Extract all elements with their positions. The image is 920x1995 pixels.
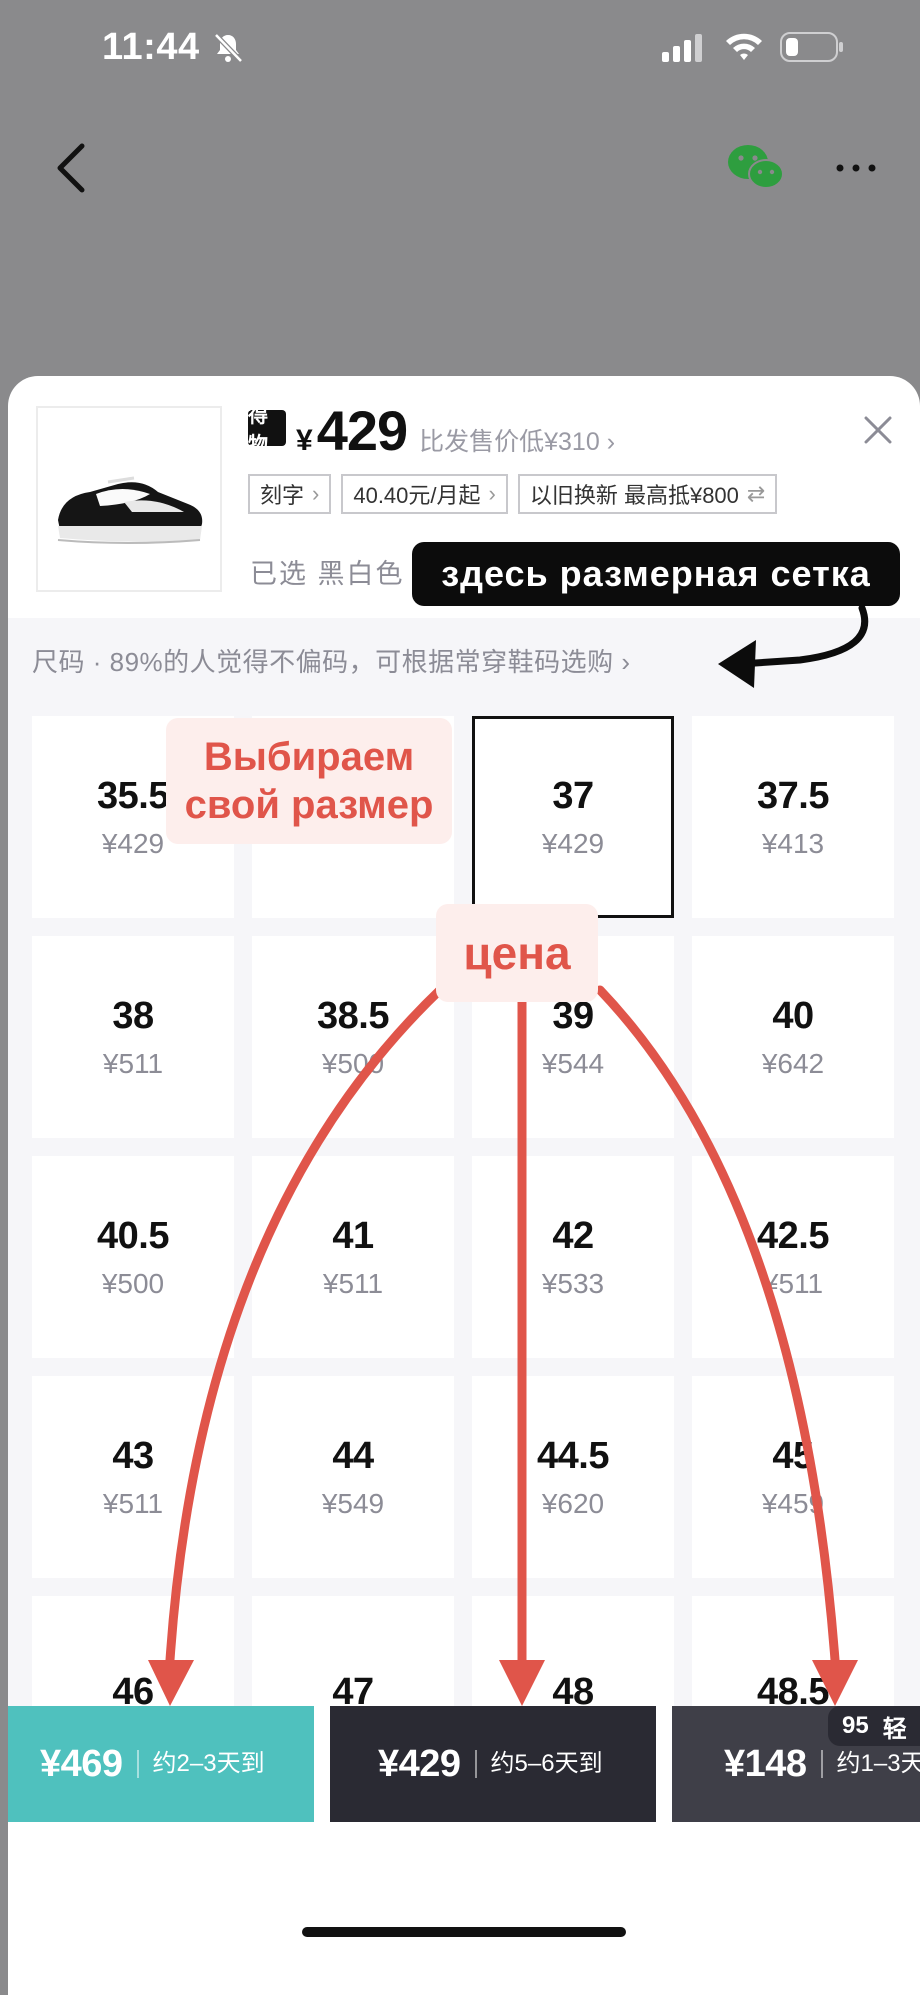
buy-bar: ¥469 约2–3天到 ¥429 约5–6天到 ¥148 约1–3天	[8, 1706, 920, 1995]
size-cell[interactable]: 40 ¥642	[692, 936, 894, 1138]
size-value: 37.5	[757, 774, 829, 817]
price-row: 得物 ¥ 429 比发售价低¥310 ›	[248, 398, 615, 462]
size-value: 43	[112, 1434, 154, 1477]
selected-variant: 已选 黑白色 3	[250, 559, 432, 589]
service-tags: 刻字 › 40.40元/月起 › 以旧换新 最高抵¥800 ⇄	[248, 474, 778, 514]
size-price: ¥500	[101, 1267, 165, 1299]
badge-number: 95	[842, 1712, 869, 1739]
size-value: 38	[112, 994, 154, 1037]
wifi-icon	[726, 33, 762, 60]
status-time: 11:44	[102, 26, 200, 68]
compare-price-text: 比发售价低¥310	[419, 428, 600, 456]
size-value: 35.5	[97, 774, 169, 817]
buy-option-price: ¥429	[378, 1742, 461, 1785]
size-value: 42.5	[757, 1214, 829, 1257]
size-price: ¥429	[101, 827, 165, 859]
size-cell[interactable]: 37.5 ¥413	[692, 716, 894, 918]
chevron-right-icon: ›	[606, 428, 616, 456]
size-value: 42	[552, 1214, 594, 1257]
size-cell[interactable]: 38.5 ¥500	[252, 936, 454, 1138]
size-value: 40	[772, 994, 814, 1037]
tag-label: 40.40元/月起	[353, 483, 481, 508]
product-thumbnail	[36, 406, 222, 592]
size-price: ¥511	[102, 1047, 164, 1079]
size-cell[interactable]: 45 ¥459	[692, 1376, 894, 1578]
badge-label: 轻	[882, 1715, 907, 1743]
size-price: ¥544	[541, 1047, 605, 1079]
size-value: 41	[332, 1214, 374, 1257]
size-price: ¥429	[541, 827, 605, 859]
size-price: ¥413	[761, 827, 825, 859]
size-value: 38.5	[317, 994, 389, 1037]
choose-size-annotation: Выбираем свой размер	[166, 718, 452, 844]
close-icon[interactable]	[860, 412, 896, 448]
chevron-right-icon: ›	[621, 647, 631, 677]
size-price: ¥511	[762, 1267, 824, 1299]
sneaker-image	[57, 476, 203, 544]
size-price: ¥459	[761, 1487, 825, 1519]
buy-option-standard-button[interactable]: ¥429 约5–6天到	[330, 1706, 656, 1822]
size-price: ¥620	[541, 1487, 605, 1519]
size-cell[interactable]: 40.5 ¥500	[32, 1156, 234, 1358]
buy-option-delivery: 约5–6天到	[474, 1750, 603, 1778]
buy-option-fast-button[interactable]: ¥469 约2–3天到	[8, 1706, 314, 1822]
currency-symbol: ¥	[296, 424, 313, 457]
condition-badge: 95 轻	[828, 1706, 920, 1746]
back-arrow-icon[interactable]	[48, 138, 98, 198]
size-price: ¥642	[761, 1047, 825, 1079]
current-price: 429	[316, 399, 408, 462]
tag-label: 刻字	[260, 483, 305, 508]
top-nav	[0, 130, 920, 210]
engraving-tag[interactable]: 刻字 ›	[248, 474, 332, 514]
buy-option-price: ¥148	[724, 1742, 807, 1785]
more-options-icon[interactable]	[832, 148, 880, 188]
trade-in-tag[interactable]: 以旧换新 最高抵¥800 ⇄	[517, 474, 778, 514]
size-value: 44	[332, 1434, 374, 1477]
chevron-right-icon: ›	[312, 481, 320, 506]
size-price: ¥511	[322, 1267, 384, 1299]
buy-option-price: ¥469	[40, 1742, 123, 1785]
size-price: ¥533	[541, 1267, 605, 1299]
battery-icon	[780, 32, 843, 62]
size-grid: 35.5 ¥429 37 ¥429 37.5 ¥413 38 ¥511 38.5 ¥500 39 ¥5…	[32, 716, 896, 1798]
size-value: 45	[772, 1434, 814, 1477]
size-value: 44.5	[537, 1434, 609, 1477]
size-cell[interactable]: 38 ¥511	[32, 936, 234, 1138]
size-selection-sheet: 得物 ¥ 429 比发售价低¥310 › 刻字 › 40.40元/月起 › 以旧换新…	[8, 376, 920, 1995]
size-cell[interactable]: 42.5 ¥511	[692, 1156, 894, 1358]
brand-logo: 得物	[248, 405, 286, 456]
size-cell[interactable]: 43 ¥511	[32, 1376, 234, 1578]
size-value: 37	[552, 774, 594, 817]
size-hint-link[interactable]: 尺码 · 89%的人觉得不偏码，可根据常穿鞋码选购 ›	[32, 642, 631, 679]
size-price: ¥500	[321, 1047, 385, 1079]
size-hint-text: 尺码 · 89%的人觉得不偏码，可根据常穿鞋码选购	[32, 647, 614, 677]
mute-bell-icon	[214, 33, 243, 63]
price-annotation: цена	[436, 904, 598, 1002]
size-price: ¥549	[321, 1487, 385, 1519]
signal-icon	[662, 34, 702, 62]
size-cell[interactable]: 44.5 ¥620	[472, 1376, 674, 1578]
size-cell[interactable]: 41 ¥511	[252, 1156, 454, 1358]
size-grid-annotation: здесь размерная сетка	[412, 542, 900, 606]
swap-icon: ⇄	[746, 481, 766, 506]
installment-tag[interactable]: 40.40元/月起 ›	[341, 474, 508, 514]
buy-option-delivery: 约1–3天	[820, 1750, 920, 1778]
chevron-right-icon: ›	[488, 481, 496, 506]
size-cell[interactable]: 42 ¥533	[472, 1156, 674, 1358]
tag-label: 以旧换新 最高抵¥800	[529, 483, 739, 508]
wechat-icon[interactable]	[726, 140, 786, 196]
size-price: ¥511	[102, 1487, 164, 1519]
size-cell[interactable]: 44 ¥549	[252, 1376, 454, 1578]
status-bar: 11:44	[0, 0, 920, 100]
compare-price-link[interactable]: 比发售价低¥310 ›	[419, 422, 615, 458]
size-cell[interactable]: 37 ¥429	[472, 716, 674, 918]
size-value: 40.5	[97, 1214, 169, 1257]
home-indicator	[302, 1927, 626, 1937]
buy-option-delivery: 约2–3天到	[136, 1750, 265, 1778]
